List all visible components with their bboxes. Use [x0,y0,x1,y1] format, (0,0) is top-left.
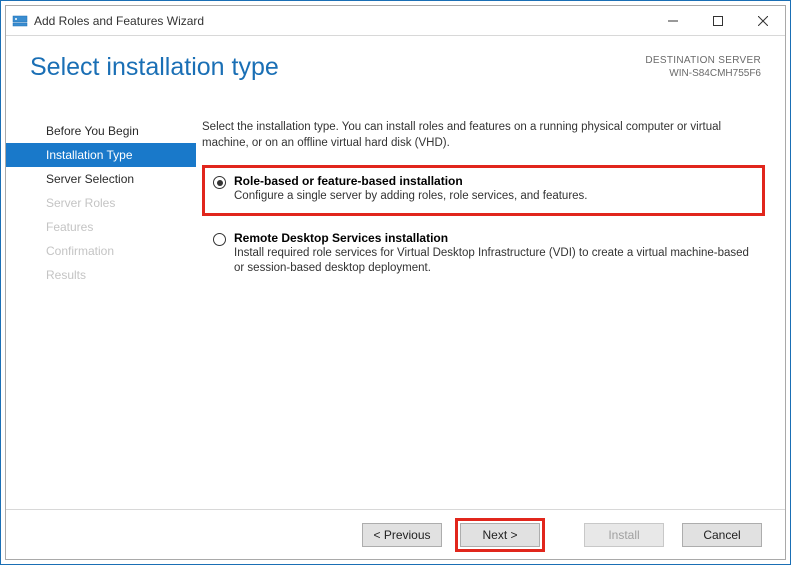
radio-role-based[interactable] [213,176,226,189]
step-installation-type[interactable]: Installation Type [6,143,196,167]
step-before-you-begin[interactable]: Before You Begin [6,119,196,143]
option-rds[interactable]: Remote Desktop Services installation Ins… [202,222,765,288]
main-panel: Select the installation type. You can in… [196,115,785,509]
cancel-button[interactable]: Cancel [682,523,762,547]
option-text: Remote Desktop Services installation Ins… [234,231,754,277]
wizard-steps-sidebar: Before You Begin Installation Type Serve… [6,115,196,509]
header: Select installation type DESTINATION SER… [6,36,785,114]
option-desc: Configure a single server by adding role… [234,189,754,205]
install-button: Install [584,523,664,547]
next-wrap: Next > [455,518,545,552]
previous-button[interactable]: < Previous [362,523,442,547]
previous-wrap: < Previous [357,518,447,552]
maximize-button[interactable] [695,6,740,35]
body: Before You Begin Installation Type Serve… [6,114,785,509]
step-server-roles: Server Roles [6,191,196,215]
step-server-selection[interactable]: Server Selection [6,167,196,191]
intro-text: Select the installation type. You can in… [202,119,765,151]
step-features: Features [6,215,196,239]
close-button[interactable] [740,6,785,35]
option-desc: Install required role services for Virtu… [234,246,754,277]
option-text: Role-based or feature-based installation… [234,174,754,205]
window-title: Add Roles and Features Wizard [34,14,204,28]
option-title: Role-based or feature-based installation [234,174,754,188]
destination-info: DESTINATION SERVER WIN-S84CMH755F6 [645,54,761,80]
install-wrap: Install [579,518,669,552]
dialog-window: Add Roles and Features Wizard Select ins… [5,5,786,560]
footer: < Previous Next > Install Cancel [6,509,785,559]
minimize-button[interactable] [650,6,695,35]
server-manager-icon [12,13,28,29]
destination-label: DESTINATION SERVER [645,54,761,67]
outer-frame: Add Roles and Features Wizard Select ins… [0,0,791,565]
cancel-wrap: Cancel [677,518,767,552]
step-confirmation: Confirmation [6,239,196,263]
option-title: Remote Desktop Services installation [234,231,754,245]
option-role-based[interactable]: Role-based or feature-based installation… [202,165,765,216]
radio-rds[interactable] [213,233,226,246]
destination-value: WIN-S84CMH755F6 [645,67,761,80]
step-results: Results [6,263,196,287]
next-button[interactable]: Next > [460,523,540,547]
page-title: Select installation type [30,54,279,82]
window-controls [650,6,785,35]
titlebar: Add Roles and Features Wizard [6,6,785,36]
